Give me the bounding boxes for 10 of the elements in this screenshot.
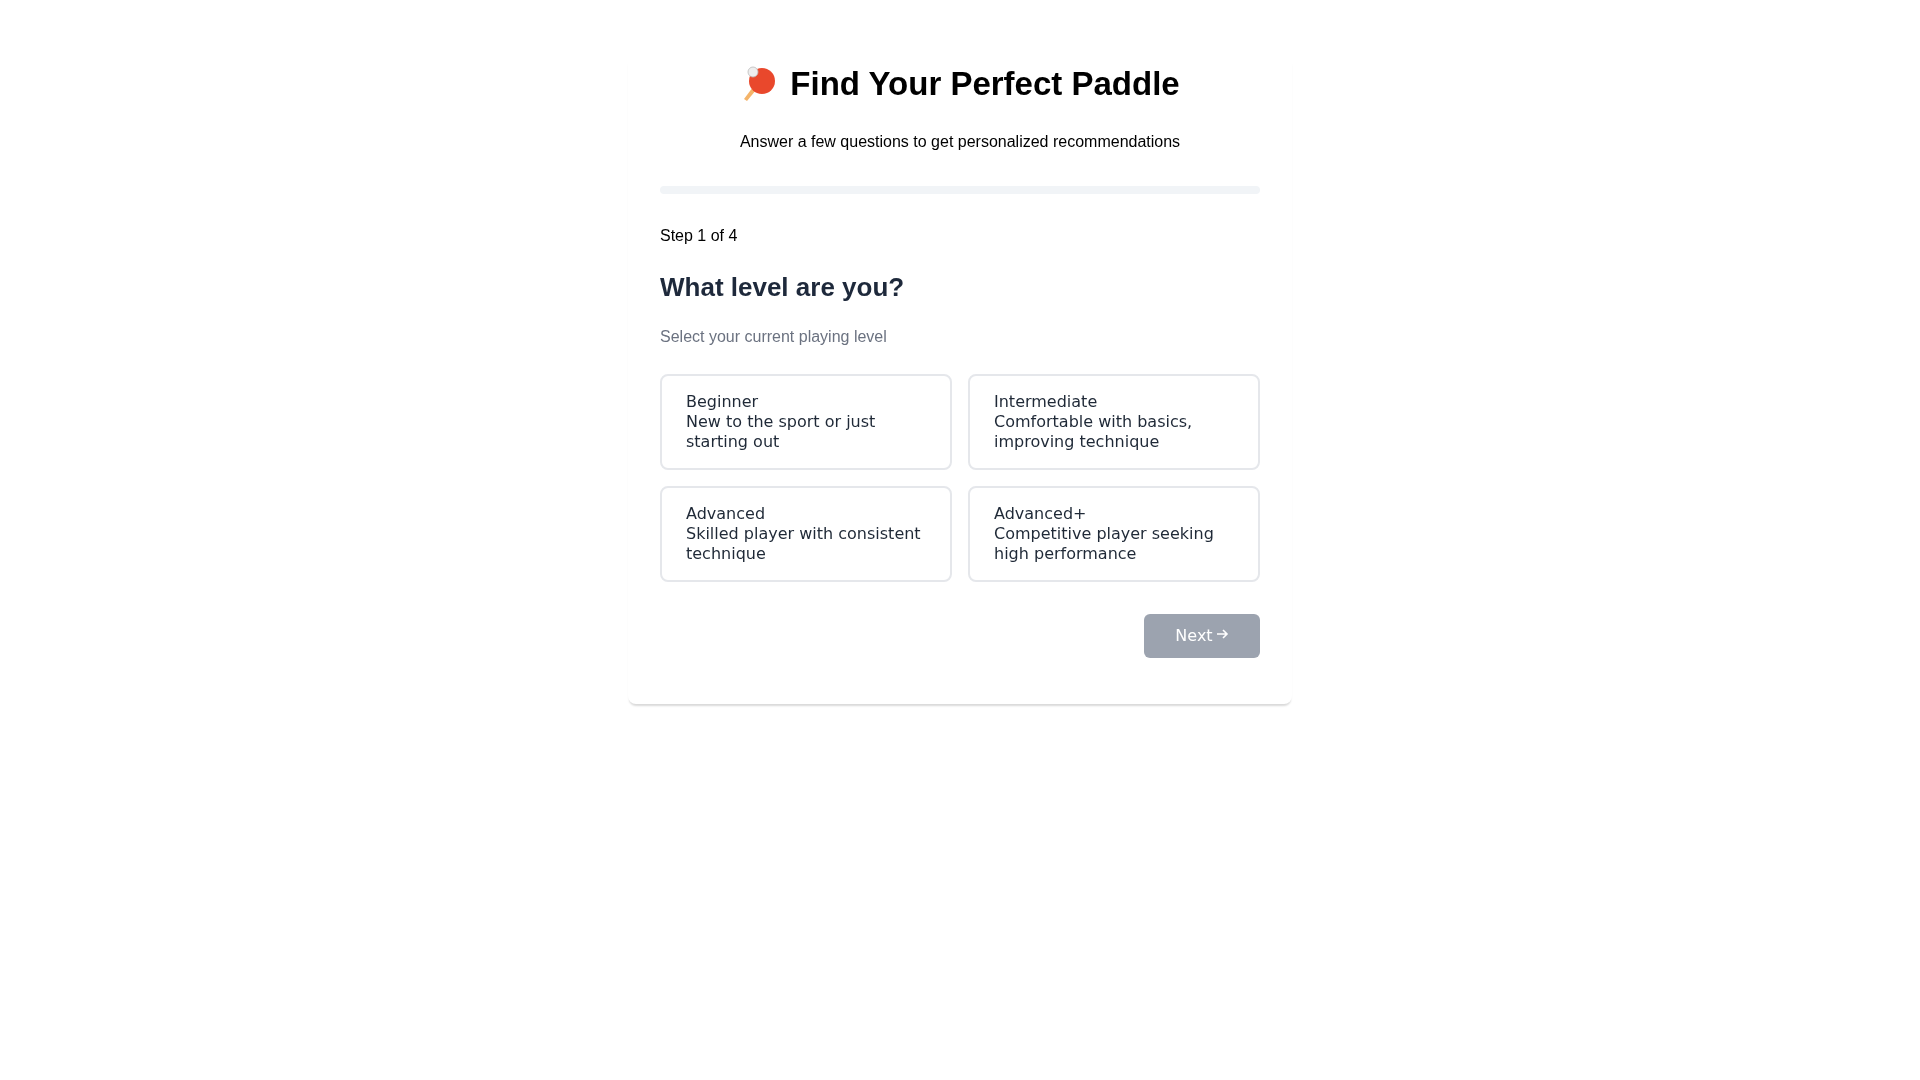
page-title: Find Your Perfect Paddle [790,64,1180,105]
question-hint: Select your current playing level [660,327,888,347]
step-counter: Step 1 of 4 [660,226,739,246]
arrow-right-icon [1214,627,1229,641]
level-option[interactable]: Intermediate Comfortable with basics, improving technique [968,374,1260,470]
level-option[interactable]: Advanced+ Competitive player seeking high performance [968,486,1260,582]
level-option[interactable]: Advanced Skilled player with consistent technique [660,486,952,582]
level-option[interactable]: Beginner New to the sport or just starting out [660,374,952,470]
page-subtitle: Answer a few questions to get personalized recommendations [738,132,1182,152]
question-heading: What level are you? [660,271,906,304]
